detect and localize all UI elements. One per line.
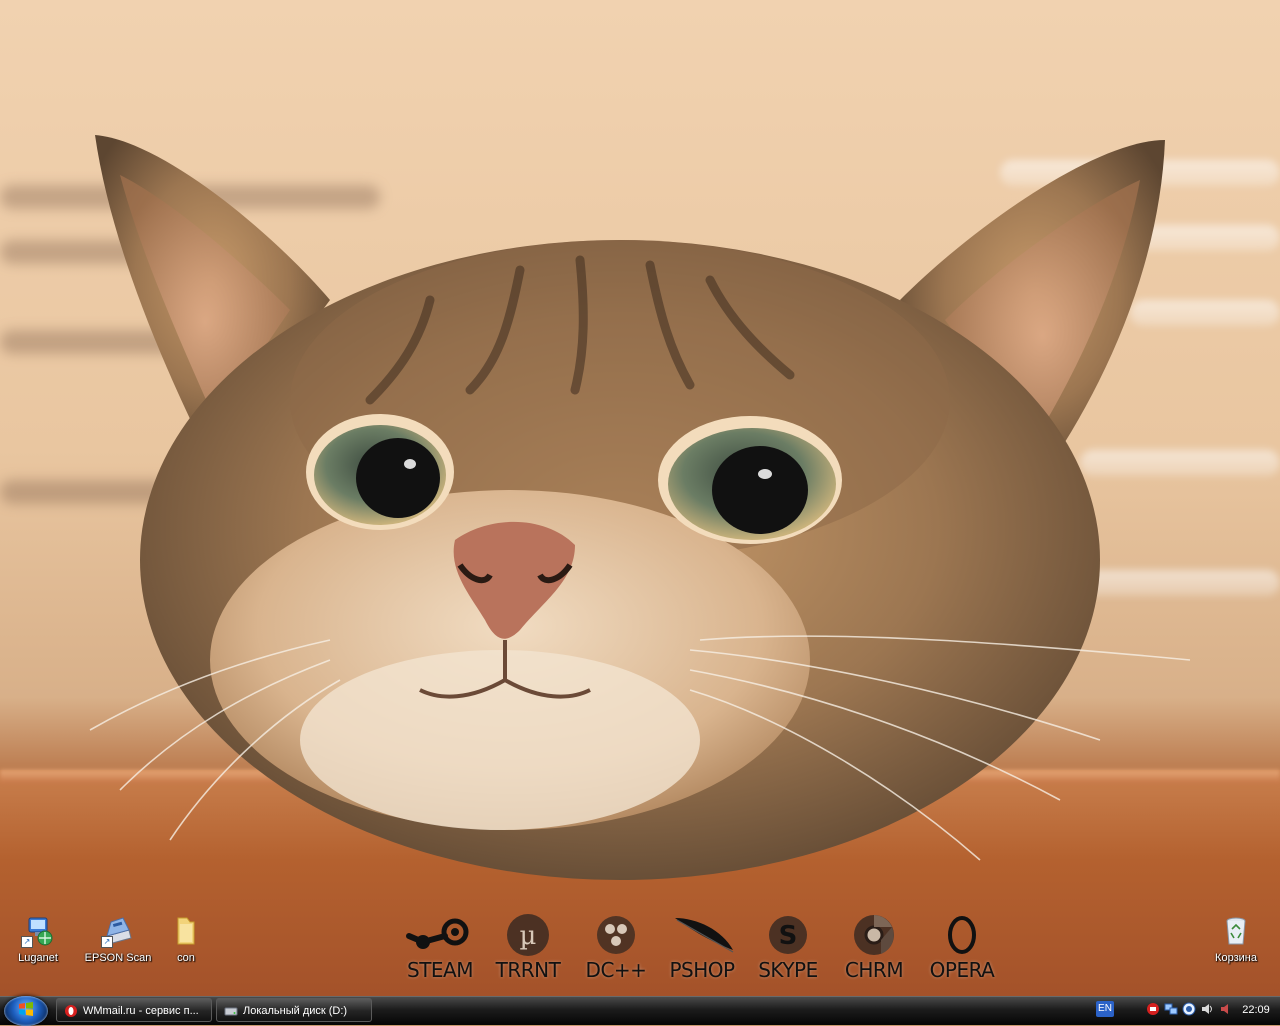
start-button[interactable] [4,996,48,1026]
dock-item-photoshop[interactable]: PSHOP [662,912,742,982]
cat-illustration [89,135,1191,880]
skype-icon: S [765,912,811,958]
recycle-bin-icon [1219,914,1253,948]
dcpp-icon [593,912,639,958]
network-computer-icon: ↗ [21,914,55,948]
desktop-icon-recycle-bin[interactable]: Корзина [1200,914,1272,964]
dock-item-steam[interactable]: STEAM [400,912,480,982]
dock-label: SKYPE [758,958,818,982]
svg-text:S: S [779,921,798,951]
desktop-icon-luganet[interactable]: ↗ Luganet [2,914,74,964]
language-indicator[interactable]: EN [1096,1001,1114,1017]
opera-icon [939,912,985,958]
desktop-icon-label: con [177,952,195,964]
drive-icon [224,1007,238,1016]
desktop-icon-epson-scan[interactable]: ↗ EPSON Scan [82,914,154,964]
dock-item-skype[interactable]: S SKYPE [748,912,828,982]
desktop-icon-label: EPSON Scan [84,952,152,964]
desktop-icon-con[interactable]: con [150,914,222,964]
dock-item-dcpp[interactable]: DC++ [576,912,656,982]
network-icon[interactable] [1164,1002,1178,1016]
chrome-icon [851,912,897,958]
volume-icon[interactable] [1200,1002,1214,1016]
dock-label: DC++ [585,958,647,982]
dock-label: CHRM [844,958,904,982]
steam-icon [406,912,469,958]
folder-icon [169,914,203,948]
utorrent-icon: µ [505,912,551,958]
taskbar-button-label: Локальный диск (D:) [243,1005,348,1017]
dock-item-opera[interactable]: OPERA [922,912,1002,982]
security-icon[interactable] [1182,1002,1196,1016]
opera-mail-icon[interactable] [1146,1002,1160,1016]
clock[interactable]: 22:09 [1236,998,1276,1022]
desktop-icon-label: Luganet [18,952,58,964]
desktop-icon-label: Корзина [1215,952,1257,964]
speaker-icon[interactable] [1218,1002,1232,1016]
scanner-icon: ↗ [101,914,135,948]
dock-label: STEAM [407,958,474,982]
dock-label: OPERA [929,958,995,982]
desktop-wallpaper [0,0,1280,996]
taskbar-button-local-disk[interactable]: Локальный диск (D:) [216,998,372,1022]
taskbar-button-wmmail[interactable]: WMmail.ru - сервис п... [56,998,212,1022]
taskbar-button-label: WMmail.ru - сервис п... [83,1005,199,1017]
svg-text:µ: µ [520,921,537,951]
dock-label: PSHOP [669,958,735,982]
feather-icon [675,912,734,958]
windows-start-icon [19,1002,33,1016]
dock-item-utorrent[interactable]: µ TRRNT [488,912,568,982]
opera-icon [65,1005,77,1017]
dock-label: TRRNT [495,958,561,982]
dock-item-chrome[interactable]: CHRM [834,912,914,982]
